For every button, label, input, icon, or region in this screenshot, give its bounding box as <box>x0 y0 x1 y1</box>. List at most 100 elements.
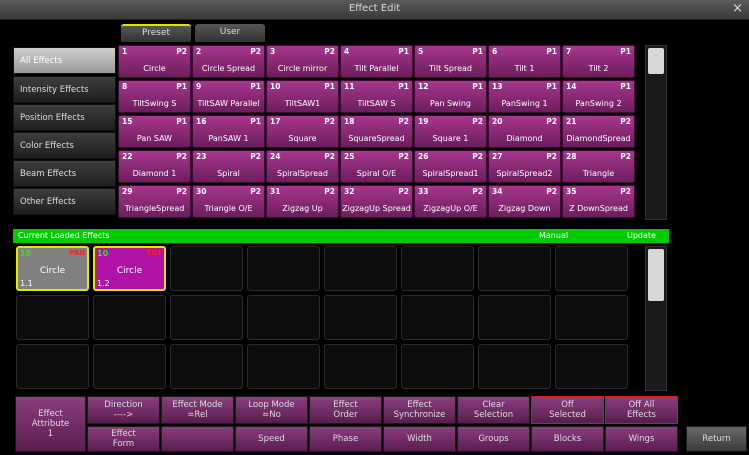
blank-button[interactable] <box>161 426 234 452</box>
loaded-effect-cell[interactable] <box>247 295 320 340</box>
category-other-effects[interactable]: Other Effects <box>13 188 116 215</box>
loaded-effect-cell[interactable] <box>401 344 474 389</box>
effect-preset-button[interactable]: 22 P2 Diamond 1 <box>118 150 191 183</box>
effect-name: Tilt 2 <box>588 64 609 73</box>
cell-number: 10 <box>20 249 32 258</box>
category-color-effects[interactable]: Color Effects <box>13 132 116 159</box>
effect-preset-button[interactable]: 10 P1 TiltSAW1 <box>266 80 339 113</box>
effect-preset-button[interactable]: 23 P2 Spiral <box>192 150 265 183</box>
loaded-effect-cell[interactable] <box>170 295 243 340</box>
effect-preset-button[interactable]: 1 P2 Circle <box>118 45 191 78</box>
loaded-effect-cell[interactable] <box>170 246 243 291</box>
loaded-effect-cell[interactable] <box>170 344 243 389</box>
category-beam-effects[interactable]: Beam Effects <box>13 160 116 187</box>
return-button[interactable]: Return <box>686 426 747 452</box>
speed-button[interactable]: Speed <box>235 426 308 452</box>
loaded-effect-cell[interactable] <box>16 295 89 340</box>
loaded-effect-cell[interactable] <box>478 246 551 291</box>
effect-preset-button[interactable]: 13 P1 PanSwing 1 <box>488 80 561 113</box>
loop-mode-button[interactable]: Loop Mode =No <box>235 396 308 424</box>
category-all-effects[interactable]: All Effects <box>13 47 116 74</box>
effect-preset-button[interactable]: 9 P1 TiltSAW Parallel <box>192 80 265 113</box>
loaded-effect-cell[interactable] <box>478 344 551 389</box>
effect-preset-button[interactable]: 26 P2 SpiralSpread1 <box>414 150 487 183</box>
effect-button[interactable]: Effect Form <box>87 426 160 452</box>
effect-preset-button[interactable]: 31 P2 Zigzag Up <box>266 185 339 218</box>
effect-preset-button[interactable]: 2 P2 Circle Spread <box>192 45 265 78</box>
width-button[interactable]: Width <box>383 426 456 452</box>
effect-preset-button[interactable]: 21 P2 DiamondSpread <box>562 115 635 148</box>
effect-preset-button[interactable]: 16 P1 PanSAW 1 <box>192 115 265 148</box>
loaded-effect-cell[interactable] <box>324 344 397 389</box>
effect-preset-button[interactable]: 18 P2 SquareSpread <box>340 115 413 148</box>
effect-preset-button[interactable]: 14 P1 PanSwing 2 <box>562 80 635 113</box>
close-icon[interactable]: × <box>732 1 743 16</box>
effect-preset-button[interactable]: 5 P1 Tilt Spread <box>414 45 487 78</box>
loaded-effect-cell[interactable] <box>93 295 166 340</box>
effect-preset-button[interactable]: 8 P1 TiltSwing S <box>118 80 191 113</box>
effect-preset-button[interactable]: 17 P2 Square <box>266 115 339 148</box>
effect-name: SquareSpread <box>348 134 405 143</box>
loaded-effect-cell[interactable]: 10 TILT Circle 1.2 <box>93 246 166 291</box>
loaded-effect-cell[interactable] <box>401 295 474 340</box>
effect-preset-button[interactable]: 28 P2 Triangle <box>562 150 635 183</box>
effect-preset-button[interactable]: 12 P1 Pan Swing <box>414 80 487 113</box>
effect-preset-button[interactable]: 11 P1 TiltSAW S <box>340 80 413 113</box>
effect-preset-button[interactable]: 4 P1 Tilt Parallel <box>340 45 413 78</box>
effect-preset-button[interactable]: 27 P2 SpiralSpread2 <box>488 150 561 183</box>
loaded-effect-cell[interactable] <box>93 344 166 389</box>
effect-page: P2 <box>398 152 409 161</box>
direction-button[interactable]: Direction ----> <box>87 396 160 424</box>
effect-preset-button[interactable]: 15 P1 Pan SAW <box>118 115 191 148</box>
loaded-effect-cell[interactable] <box>555 295 628 340</box>
loaded-effect-cell[interactable] <box>324 246 397 291</box>
wings-button[interactable]: Wings <box>605 426 678 452</box>
loaded-effect-cell[interactable] <box>247 246 320 291</box>
blocks-button[interactable]: Blocks <box>531 426 604 452</box>
loaded-effect-cell[interactable] <box>401 246 474 291</box>
effect-preset-button[interactable]: 24 P2 SpiralSpread <box>266 150 339 183</box>
effect-preset-button[interactable]: 30 P2 Triangle O/E <box>192 185 265 218</box>
effect-button[interactable]: Effect Synchronize <box>383 396 456 424</box>
scrollbar-thumb[interactable] <box>648 48 664 74</box>
scrollbar-thumb[interactable] <box>648 249 664 301</box>
loaded-effect-cell[interactable] <box>478 295 551 340</box>
effect-preset-button[interactable]: 19 P2 Square 1 <box>414 115 487 148</box>
effect-preset-button[interactable]: 32 P2 ZigzagUp Spread <box>340 185 413 218</box>
loaded-effect-cell[interactable] <box>16 344 89 389</box>
manual-mode-button[interactable]: Manual <box>539 229 568 243</box>
effect-attribute-button[interactable]: Effect Attribute 1 <box>15 396 86 452</box>
groups-button[interactable]: Groups <box>457 426 530 452</box>
effect-button[interactable]: Effect Order <box>309 396 382 424</box>
effect-number: 30 <box>196 187 207 196</box>
effect-preset-button[interactable]: 34 P2 Zigzag Down <box>488 185 561 218</box>
effect-preset-button[interactable]: 20 P2 Diamond <box>488 115 561 148</box>
effect-page: P2 <box>472 117 483 126</box>
loaded-effect-cell[interactable] <box>324 295 397 340</box>
effect-page: P2 <box>546 117 557 126</box>
effect-preset-button[interactable]: 25 P2 Spiral O/E <box>340 150 413 183</box>
off-button[interactable]: Off Selected <box>531 396 604 424</box>
update-button[interactable]: Update <box>627 229 656 243</box>
effects-scrollbar[interactable] <box>645 45 667 220</box>
loaded-effect-cell[interactable] <box>247 344 320 389</box>
effect-preset-button[interactable]: 29 P2 TriangleSpread <box>118 185 191 218</box>
off-all-button[interactable]: Off All Effects <box>605 396 678 424</box>
category-intensity-effects[interactable]: Intensity Effects <box>13 76 116 103</box>
effect-preset-button[interactable]: 6 P1 Tilt 1 <box>488 45 561 78</box>
tab-user[interactable]: User <box>195 24 265 42</box>
phase-button[interactable]: Phase <box>309 426 382 452</box>
loaded-effect-cell[interactable]: 10 PAN Circle 1.1 <box>16 246 89 291</box>
tab-preset[interactable]: Preset <box>121 24 191 42</box>
effect-preset-button[interactable]: 33 P2 ZigzagUp O/E <box>414 185 487 218</box>
effect-mode-button[interactable]: Effect Mode =Rel <box>161 396 234 424</box>
loaded-effect-cell[interactable] <box>555 246 628 291</box>
loaded-effect-cell[interactable] <box>555 344 628 389</box>
effect-preset-button[interactable]: 3 P2 Circle mirror <box>266 45 339 78</box>
clear-button[interactable]: Clear Selection <box>457 396 530 424</box>
effect-preset-button[interactable]: 7 P1 Tilt 2 <box>562 45 635 78</box>
effect-preset-button[interactable]: 35 P2 Z DownSpread <box>562 185 635 218</box>
category-position-effects[interactable]: Position Effects <box>13 104 116 131</box>
effect-name: DiamondSpread <box>566 134 631 143</box>
loaded-scrollbar[interactable] <box>645 246 667 391</box>
